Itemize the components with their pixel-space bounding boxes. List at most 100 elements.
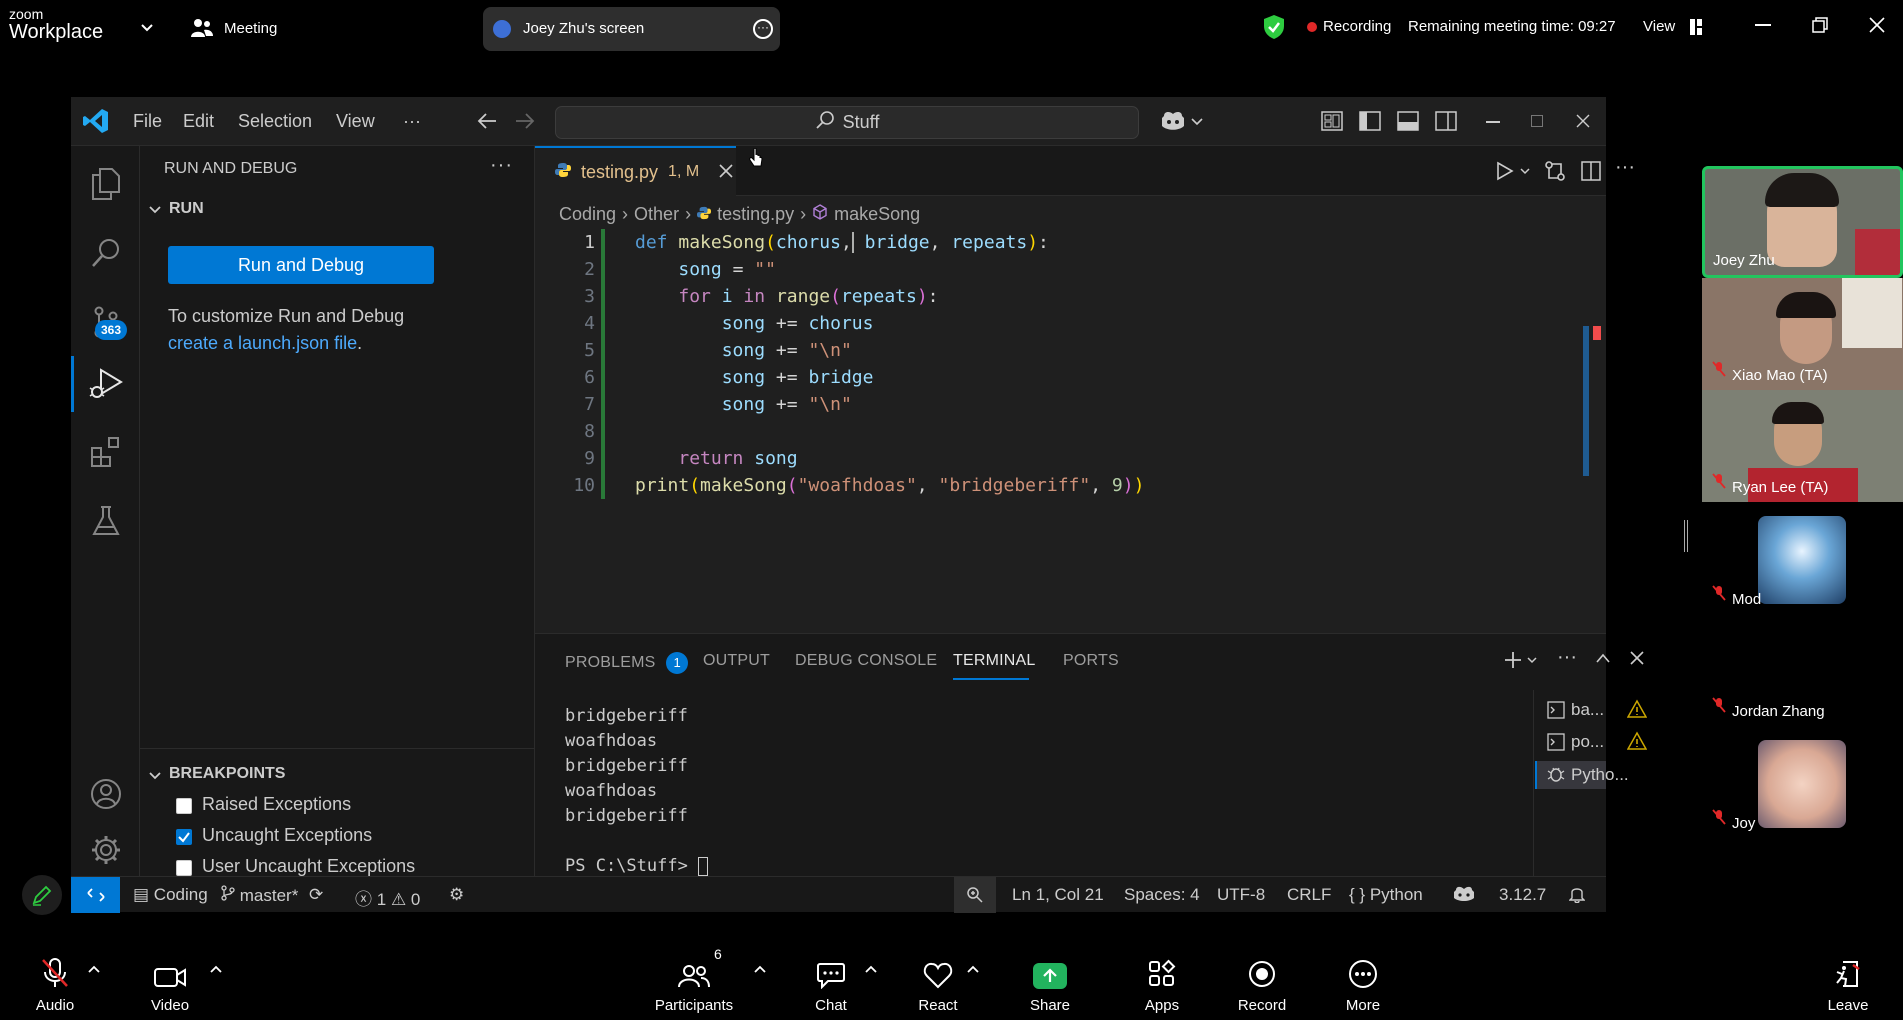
participant-tile-joey[interactable]: Joey Zhu — [1702, 166, 1903, 278]
debug-launch-icon[interactable]: ⚙ — [449, 885, 464, 905]
status-cursor-position[interactable]: Ln 1, Col 21 — [1012, 885, 1104, 905]
run-debug-icon[interactable] — [71, 356, 140, 412]
accounts-icon[interactable] — [71, 766, 140, 822]
sync-icon[interactable]: ⟳ — [309, 885, 323, 905]
video-button[interactable]: Video — [115, 942, 225, 1020]
panel-more-icon[interactable]: ··· — [1557, 646, 1577, 669]
zoom-magnify-icon[interactable] — [954, 877, 996, 913]
status-indentation[interactable]: Spaces: 4 — [1124, 885, 1200, 905]
maximize-panel-icon[interactable] — [1595, 651, 1611, 670]
open-changes-icon[interactable] — [1544, 160, 1566, 187]
vscode-close-icon[interactable] — [1576, 114, 1590, 133]
breadcrumb-other[interactable]: Other — [634, 204, 679, 225]
annotate-pen-icon[interactable] — [22, 875, 62, 915]
nav-back-icon[interactable] — [476, 111, 498, 136]
create-launch-json-link[interactable]: create a launch.json file — [168, 333, 357, 353]
copilot-status-icon[interactable] — [1453, 885, 1475, 908]
window-restore-icon[interactable] — [1812, 17, 1828, 38]
notifications-bell-icon[interactable] — [1568, 885, 1586, 908]
chevron-down-icon[interactable] — [140, 20, 154, 38]
breakpoints-header[interactable]: BREAKPOINTS — [169, 765, 285, 783]
status-workspace[interactable]: ▤ Coding — [133, 885, 208, 905]
panel-tab-ports[interactable]: PORTS — [1063, 652, 1119, 670]
meeting-icon[interactable] — [190, 17, 214, 44]
record-button[interactable]: Record — [1207, 942, 1317, 1020]
terminal-prompt[interactable]: PS C:\Stuff> — [565, 856, 709, 876]
status-encoding[interactable]: UTF-8 — [1217, 885, 1265, 905]
chat-options-chevron-icon[interactable] — [865, 960, 877, 978]
breadcrumb-coding[interactable]: Coding — [559, 204, 616, 225]
menu-view[interactable]: View — [336, 111, 375, 132]
status-python-version[interactable]: 3.12.7 — [1499, 885, 1546, 905]
participant-tile-joy[interactable]: Joy — [1702, 726, 1903, 838]
toggle-secondary-sidebar-icon[interactable] — [1435, 111, 1457, 136]
uncaught-exceptions-checkbox[interactable] — [176, 829, 192, 845]
toggle-primary-sidebar-icon[interactable] — [1359, 111, 1381, 136]
view-label[interactable]: View — [1643, 18, 1675, 35]
testing-flask-icon[interactable] — [71, 493, 140, 549]
user-uncaught-exceptions-checkbox[interactable] — [176, 860, 192, 876]
tab-close-icon[interactable] — [719, 162, 733, 183]
window-close-icon[interactable] — [1869, 17, 1885, 38]
chat-button[interactable]: Chat — [776, 942, 886, 1020]
react-button[interactable]: React — [883, 942, 993, 1020]
participants-button[interactable]: Participants — [639, 942, 749, 1020]
chevron-down-icon[interactable] — [148, 202, 162, 220]
react-options-chevron-icon[interactable] — [967, 960, 979, 978]
terminal-list-item-1[interactable]: ba... — [1543, 698, 1663, 724]
run-python-file-icon[interactable] — [1495, 161, 1533, 186]
explorer-icon[interactable] — [71, 156, 140, 212]
panel-tab-debug-console[interactable]: DEBUG CONSOLE — [795, 652, 937, 670]
tab-testing-py[interactable]: testing.py 1, M — [535, 146, 736, 196]
security-shield-icon[interactable] — [1263, 14, 1285, 45]
participant-tile-xiao[interactable]: Xiao Mao (TA) — [1702, 278, 1903, 390]
apps-button[interactable]: Apps — [1107, 942, 1217, 1020]
editor-more-icon[interactable]: ··· — [1615, 156, 1635, 179]
remote-indicator-icon[interactable] — [71, 877, 120, 913]
view-grid-icon[interactable] — [1690, 19, 1702, 40]
more-button[interactable]: More — [1308, 942, 1418, 1020]
vscode-maximize-icon[interactable] — [1531, 115, 1543, 127]
chevron-down-icon[interactable] — [148, 768, 162, 786]
status-branch[interactable]: master* — [221, 885, 298, 906]
terminal-list-item-2[interactable]: po... — [1543, 730, 1663, 756]
status-language[interactable]: { } Python — [1349, 885, 1423, 905]
extensions-icon[interactable] — [71, 424, 140, 480]
toggle-panel-icon[interactable] — [1397, 111, 1419, 136]
vscode-minimize-icon[interactable] — [1486, 121, 1500, 123]
status-problems[interactable]: ⓧ 1 ⚠ 0 — [355, 885, 420, 910]
window-minimize-icon[interactable] — [1755, 24, 1771, 26]
participant-tile-mod[interactable]: Mod — [1702, 502, 1903, 614]
breadcrumb-makesong[interactable]: makeSong — [834, 204, 920, 225]
leave-button[interactable]: Leave — [1793, 942, 1903, 1020]
manage-gear-icon[interactable] — [71, 822, 140, 878]
panel-tab-problems[interactable]: PROBLEMS 1 — [565, 652, 689, 674]
copilot-icon[interactable] — [1161, 109, 1205, 138]
participants-options-chevron-icon[interactable] — [754, 960, 766, 978]
participant-tile-jordan[interactable]: Jordan Zhang — [1702, 614, 1903, 726]
editor-scrollbar[interactable] — [1583, 326, 1589, 476]
panel-tab-terminal[interactable]: TERMINAL — [953, 652, 1036, 670]
customize-layout-icon[interactable] — [1321, 111, 1343, 136]
command-center-search[interactable]: Stuff — [555, 106, 1139, 139]
participant-tile-ryan[interactable]: Ryan Lee (TA) — [1702, 390, 1903, 502]
panel-tab-output[interactable]: OUTPUT — [703, 652, 770, 670]
meeting-label[interactable]: Meeting — [224, 20, 277, 37]
audio-button[interactable]: Audio — [0, 942, 110, 1020]
menu-file[interactable]: File — [133, 111, 162, 132]
nav-forward-icon[interactable] — [514, 111, 536, 136]
breadcrumb-testing-py[interactable]: testing.py — [717, 204, 794, 225]
split-editor-icon[interactable] — [1581, 161, 1601, 186]
new-terminal-icon[interactable] — [1503, 650, 1541, 675]
sidebar-more-icon[interactable]: ··· — [490, 154, 513, 177]
search-view-icon[interactable] — [71, 225, 140, 281]
status-eol[interactable]: CRLF — [1287, 885, 1331, 905]
menu-edit[interactable]: Edit — [183, 111, 214, 132]
menu-more[interactable]: ··· — [403, 111, 421, 132]
screen-share-pill[interactable]: Joey Zhu's screen ··· — [483, 7, 780, 51]
close-panel-icon[interactable] — [1630, 651, 1644, 670]
run-and-debug-button[interactable]: Run and Debug — [168, 246, 434, 284]
terminal-list-item-3[interactable]: Pytho... — [1535, 761, 1629, 789]
section-run-header[interactable]: RUN — [169, 200, 204, 218]
recording-label[interactable]: Recording — [1323, 18, 1391, 35]
